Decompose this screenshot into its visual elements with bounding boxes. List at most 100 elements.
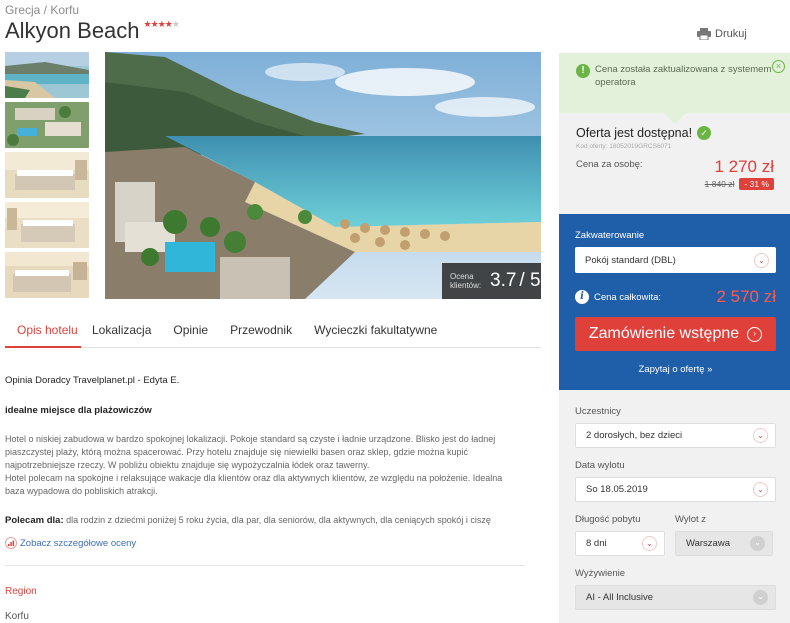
total-price-label: Cena całkowita: <box>594 291 662 303</box>
accommodation-value: Pokój standard (DBL) <box>585 254 676 266</box>
price-updated-alert: ! Cena została zaktualizowana z systemem… <box>559 53 790 113</box>
advisor-opinion-title: Opinia Doradcy Travelplanet.pl - Edyta E… <box>5 375 180 386</box>
alert-exclamation-icon: ! <box>576 64 590 78</box>
offer-status: Oferta jest dostępna! ✓ <box>576 126 774 140</box>
departure-date-select[interactable]: So 18.05.2019 ⌄ <box>575 477 776 502</box>
chevron-down-icon: ⌄ <box>754 252 769 268</box>
tab-guide[interactable]: Przewodnik <box>219 318 303 348</box>
offer-code: Kod oferty: 18052019GRCS6071 <box>576 143 672 150</box>
board-label: Wyżywienie <box>575 568 626 579</box>
participants-value: 2 dorosłych, bez dzieci <box>586 430 683 441</box>
duration-departure-row: Długość pobytu 8 dni ⌄ Wylot z Warszawa … <box>575 514 776 556</box>
offer-status-text: Oferta jest dostępna! <box>576 126 693 140</box>
opinion-line: piaszczystej plaży, którą można spacerow… <box>5 447 469 457</box>
rating-label: Ocena klientów: <box>450 272 482 290</box>
detailed-ratings-label: Zobacz szczegółowe oceny <box>20 537 137 549</box>
accommodation-label: Zakwaterowanie <box>575 230 645 241</box>
gallery-thumbnail[interactable] <box>5 102 89 148</box>
opinion-text: Hotel o niskiej zabudowa w bardzo spokoj… <box>5 433 515 498</box>
opinion-line: najpotrzebniejsze rzeczy. W pobliżu obie… <box>5 460 370 470</box>
breadcrumb-separator: / <box>40 3 51 17</box>
chevron-down-icon: ⌄ <box>750 536 765 551</box>
gallery-thumbnail[interactable] <box>5 52 89 98</box>
departure-date-value: So 18.05.2019 <box>586 484 648 495</box>
gallery-thumbnails <box>5 52 89 302</box>
old-price-row: 1 840 zł - 31 % <box>576 178 774 190</box>
star-icon: ★ <box>164 19 173 29</box>
price-per-person-row: Cena za osobę: 1 270 zł <box>576 157 774 177</box>
breadcrumb-link-country[interactable]: Grecja <box>5 3 40 17</box>
printer-icon <box>697 28 711 40</box>
close-icon[interactable]: × <box>772 60 785 73</box>
tab-location[interactable]: Lokalizacja <box>81 318 162 348</box>
price-per-person-label: Cena za osobę: <box>576 159 643 170</box>
tab-description[interactable]: Opis hotelu <box>5 318 81 348</box>
participants-select[interactable]: 2 dorosłych, bez dzieci ⌄ <box>575 423 776 448</box>
print-label: Drukuj <box>715 28 747 40</box>
total-price: 2 570 zł <box>716 287 776 306</box>
detailed-ratings-link[interactable]: Zobacz szczegółowe oceny <box>5 537 136 549</box>
alert-text: Cena została zaktualizowana z systemem o… <box>595 64 772 88</box>
departure-airport-label: Wylot z <box>675 514 707 525</box>
hotel-star-rating: ★★★★★ <box>143 19 180 30</box>
arrow-right-icon: › <box>747 326 763 342</box>
gallery-thumbnail[interactable] <box>5 152 89 198</box>
chevron-down-icon: ⌄ <box>642 536 657 551</box>
discount-badge: - 31 % <box>739 178 774 190</box>
breadcrumb-link-region[interactable]: Korfu <box>50 3 79 17</box>
chevron-down-icon: ⌄ <box>753 482 768 497</box>
tab-excursions[interactable]: Wycieczki fakultatywne <box>303 318 448 348</box>
departure-airport-field: Wylot z Warszawa ⌄ <box>675 514 773 556</box>
star-icon: ★ <box>143 19 152 29</box>
title-row: Alkyon Beach ★★★★★ <box>5 18 180 44</box>
old-price: 1 840 zł <box>704 179 735 189</box>
region-heading: Region <box>5 586 37 597</box>
hotel-name: Alkyon Beach <box>5 18 140 43</box>
board-value: AI - All Inclusive <box>586 592 654 603</box>
total-price-row: i Cena całkowita: 2 570 zł <box>575 287 776 307</box>
hotel-tabs: Opis hotelu Lokalizacja Opinie Przewodni… <box>5 318 541 348</box>
booking-panel: Zakwaterowanie Pokój standard (DBL) ⌄ i … <box>559 214 790 390</box>
star-icon: ★ <box>157 19 166 29</box>
customer-rating-box: Ocena klientów: 3.7 / 5 <box>442 263 541 299</box>
hotel-description: Opinia Doradcy Travelplanet.pl - Edyta E… <box>5 375 525 622</box>
info-icon[interactable]: i <box>575 290 589 304</box>
total-price-label-wrap: i Cena całkowita: <box>575 290 661 304</box>
preorder-button[interactable]: Zamówienie wstępne › <box>575 317 776 351</box>
recommended-for-text: dla rodzin z dziećmi poniżej 5 roku życi… <box>63 515 491 525</box>
tab-reviews[interactable]: Opinie <box>162 318 219 348</box>
duration-field: Długość pobytu 8 dni ⌄ <box>575 514 665 556</box>
accommodation-select[interactable]: Pokój standard (DBL) ⌄ <box>575 247 776 273</box>
chart-icon <box>5 537 17 549</box>
gallery-thumbnail[interactable] <box>5 252 89 298</box>
rating-value: 3.7 <box>490 270 517 291</box>
chevron-down-icon: ⌄ <box>753 428 768 443</box>
participants-field: Uczestnicy 2 dorosłych, bez dzieci ⌄ <box>575 406 776 448</box>
breadcrumb: Grecja / Korfu <box>5 3 79 17</box>
recommended-for: Polecam dla: dla rodzin z dziećmi poniże… <box>5 515 525 526</box>
board-field: Wyżywienie AI - All Inclusive ⌄ <box>575 568 776 610</box>
recommended-for-label: Polecam dla: <box>5 515 64 526</box>
star-icon: ★ <box>150 19 159 29</box>
trip-parameters: Uczestnicy 2 dorosłych, bez dzieci ⌄ Dat… <box>559 390 790 623</box>
offer-summary: Oferta jest dostępna! ✓ Kod oferty: 1805… <box>559 113 790 214</box>
duration-select[interactable]: 8 dni ⌄ <box>575 531 665 556</box>
opinion-line: Hotel polecam na spokojne i relaksujące … <box>5 473 503 483</box>
print-button[interactable]: Drukuj <box>697 28 747 40</box>
duration-label: Długość pobytu <box>575 514 641 525</box>
opinion-headline: idealne miejsce dla plażowiczów <box>5 405 152 416</box>
chevron-down-icon: ⌄ <box>753 590 768 605</box>
board-select[interactable]: AI - All Inclusive ⌄ <box>575 585 776 610</box>
opinion-line: baza wypadowa do pobliskich atrakcji. <box>5 486 158 496</box>
star-empty-icon: ★ <box>171 19 180 29</box>
participants-label: Uczestnicy <box>575 406 621 417</box>
duration-value: 8 dni <box>586 538 607 549</box>
ask-about-offer-link[interactable]: Zapytaj o ofertę » <box>575 364 776 375</box>
region-value: Korfu <box>5 611 29 622</box>
gallery-thumbnail[interactable] <box>5 202 89 248</box>
departure-date-label: Data wylotu <box>575 460 625 471</box>
check-icon: ✓ <box>697 126 712 140</box>
main-photo[interactable]: Ocena klientów: 3.7 / 5 <box>105 52 541 299</box>
departure-airport-select[interactable]: Warszawa ⌄ <box>675 531 773 556</box>
price-per-person: 1 270 zł <box>714 157 774 176</box>
